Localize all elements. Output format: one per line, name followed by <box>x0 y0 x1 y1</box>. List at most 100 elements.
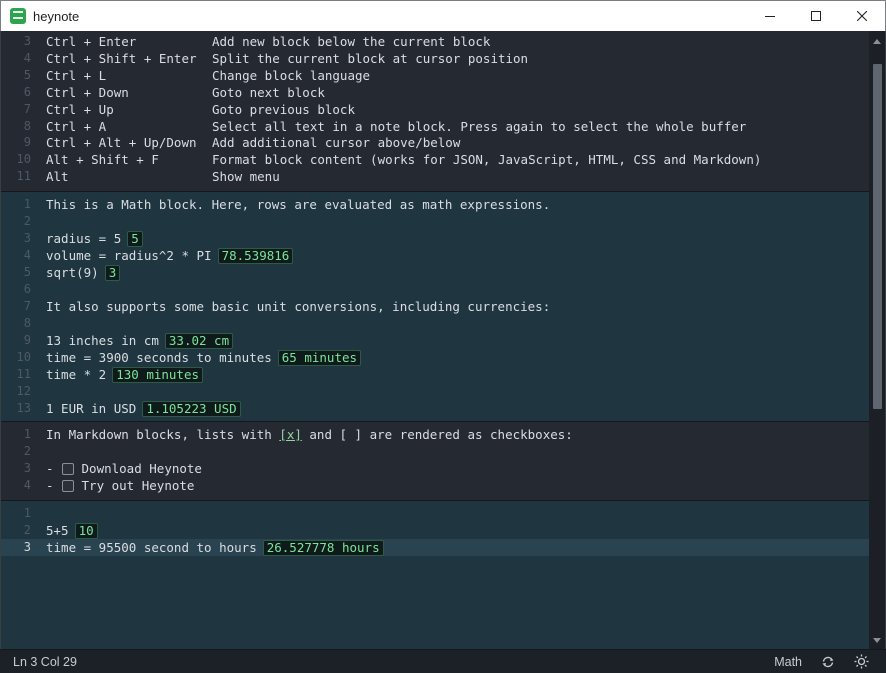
math-result[interactable]: 78.539816 <box>217 248 294 264</box>
math-result[interactable]: 10 <box>74 523 98 539</box>
active-line[interactable]: 3 time = 95500 second to hours 26.527778 h… <box>1 539 870 556</box>
heynote-app-icon <box>10 8 26 24</box>
checklist-item: 3 - Download Heynote <box>1 460 870 477</box>
shortcut-key: Alt <box>46 169 69 184</box>
line-number: 11 <box>16 169 31 183</box>
text-line: 5 Ctrl + L Change block language <box>1 67 870 84</box>
math-result[interactable]: 33.02 cm <box>164 333 234 349</box>
shortcut-key: Ctrl + Down <box>46 85 129 100</box>
math-block[interactable]: 1 This is a Math block. Here, rows are ev… <box>1 192 870 421</box>
line-number: 9 <box>23 135 31 149</box>
math-block-current[interactable]: 1 2 5+5 10 3 time = 95500 second to hours 26… <box>1 501 870 649</box>
math-result[interactable]: 5 <box>127 231 143 247</box>
scroll-up-arrow-icon[interactable] <box>873 38 881 44</box>
minimize-button[interactable] <box>747 1 793 32</box>
math-line: 9 13 inches in cm 33.02 cm <box>1 332 870 349</box>
shortcut-description: Select all text in a note block. Press a… <box>212 119 747 134</box>
shortcut-key: Alt + Shift + F <box>46 152 159 167</box>
text-line: 9 Ctrl + Alt + Up/Down Add additional curs… <box>1 134 870 151</box>
line-number: 2 <box>23 523 31 537</box>
math-expression: 13 inches in cm <box>46 333 159 348</box>
math-expression: This is a Math block. Here, rows are eva… <box>46 197 551 212</box>
checkbox[interactable] <box>61 480 74 492</box>
math-line: 1 This is a Math block. Here, rows are ev… <box>1 196 870 213</box>
theme-toggle-icon[interactable] <box>853 654 869 670</box>
line-number: 7 <box>23 102 31 116</box>
markdown-text: and [ ] are rendered as checkboxes: <box>301 427 573 442</box>
line-number: 4 <box>23 478 31 492</box>
text-line: 3 Ctrl + Enter Add new block below the cur… <box>1 33 870 50</box>
line-number: 4 <box>23 51 31 65</box>
scrollbar-thumb[interactable] <box>873 64 882 409</box>
shortcut-description: Change block language <box>212 68 371 83</box>
text-line: 4 Ctrl + Shift + Enter Split the current b… <box>1 50 870 67</box>
math-line: 6 <box>1 281 870 298</box>
block-language-selector[interactable]: Math <box>774 655 802 669</box>
maximize-icon <box>811 11 821 21</box>
markdown-text: In Markdown blocks, lists with <box>46 427 280 442</box>
shortcut-description: Add additional cursor above/below <box>212 135 461 150</box>
math-line: 10 time = 3900 seconds to minutes 65 minut… <box>1 349 870 366</box>
checklist-item: 4 - Try out Heynote <box>1 477 870 494</box>
window-title: heynote <box>33 8 80 24</box>
scroll-down-arrow-icon[interactable] <box>873 638 881 644</box>
math-expression: volume = radius^2 * PI <box>46 248 212 263</box>
math-line: 4 volume = radius^2 * PI 78.539816 <box>1 247 870 264</box>
line-number: 8 <box>23 316 31 330</box>
math-expression: sqrt(9) <box>46 265 99 280</box>
math-result[interactable]: 26.527778 hours <box>262 540 384 556</box>
cursor-position: Ln 3 Col 29 <box>13 654 77 669</box>
close-icon <box>857 11 867 21</box>
text-line: 10 Alt + Shift + F Format block content (w… <box>1 151 870 168</box>
math-result[interactable]: 1.105223 USD <box>142 401 241 417</box>
line-number: 13 <box>16 401 31 415</box>
vertical-scrollbar[interactable] <box>869 31 885 649</box>
math-expression: time * 2 <box>46 367 107 382</box>
sync-icon[interactable] <box>820 654 836 670</box>
shortcut-description: Split the current block at cursor positi… <box>212 51 529 66</box>
window-controls <box>747 1 885 32</box>
math-line: 12 <box>1 383 870 400</box>
line-number: 4 <box>23 248 31 262</box>
shortcut-description: Goto next block <box>212 85 325 100</box>
shortcut-key: Ctrl + Up <box>46 102 114 117</box>
checkbox-syntax-link[interactable]: [x] <box>279 427 302 442</box>
math-expression: It also supports some basic unit convers… <box>46 299 551 314</box>
line-number: 6 <box>23 282 31 296</box>
line-number: 3 <box>23 461 31 475</box>
math-line: 3 radius = 5 5 <box>1 230 870 247</box>
minimize-icon <box>765 16 775 17</box>
math-line: 2 <box>1 213 870 230</box>
line-number: 9 <box>23 333 31 347</box>
line-number: 1 <box>23 427 31 441</box>
editor[interactable]: 3 Ctrl + Enter Add new block below the cur… <box>0 31 886 649</box>
close-button[interactable] <box>839 1 885 32</box>
line-number: 2 <box>23 214 31 228</box>
line-number: 2 <box>23 444 31 458</box>
math-result[interactable]: 130 minutes <box>112 367 204 383</box>
math-expression: radius = 5 <box>46 231 122 246</box>
math-expression: 1 EUR in USD <box>46 401 137 416</box>
math-line: 11 time * 2 130 minutes <box>1 366 870 383</box>
text-line: 8 Ctrl + A Select all text in a note block… <box>1 118 870 135</box>
maximize-button[interactable] <box>793 1 839 32</box>
math-line: 1 <box>1 505 870 522</box>
line-number: 1 <box>23 197 31 211</box>
shortcut-description: Format block content (works for JSON, Ja… <box>212 152 762 167</box>
text-line: 6 Ctrl + Down Goto next block <box>1 84 870 101</box>
shortcut-key: Ctrl + A <box>46 119 107 134</box>
text-line: 7 Ctrl + Up Goto previous block <box>1 101 870 118</box>
checkbox[interactable] <box>61 463 74 475</box>
shortcut-key: Ctrl + Enter <box>46 34 137 49</box>
title-bar: heynote <box>0 0 886 31</box>
line-number: 10 <box>16 152 31 166</box>
math-result[interactable]: 65 minutes <box>277 350 362 366</box>
line-number: 1 <box>23 506 31 520</box>
math-result[interactable]: 3 <box>104 265 121 281</box>
line-number: 3 <box>23 540 31 554</box>
text-block[interactable]: 3 Ctrl + Enter Add new block below the cur… <box>1 31 870 191</box>
math-line: 2 5+5 10 <box>1 522 870 539</box>
markdown-block[interactable]: 1 In Markdown blocks, lists with [x] and … <box>1 422 870 500</box>
text-line: 11 Alt Show menu <box>1 168 870 185</box>
line-number: 6 <box>23 85 31 99</box>
